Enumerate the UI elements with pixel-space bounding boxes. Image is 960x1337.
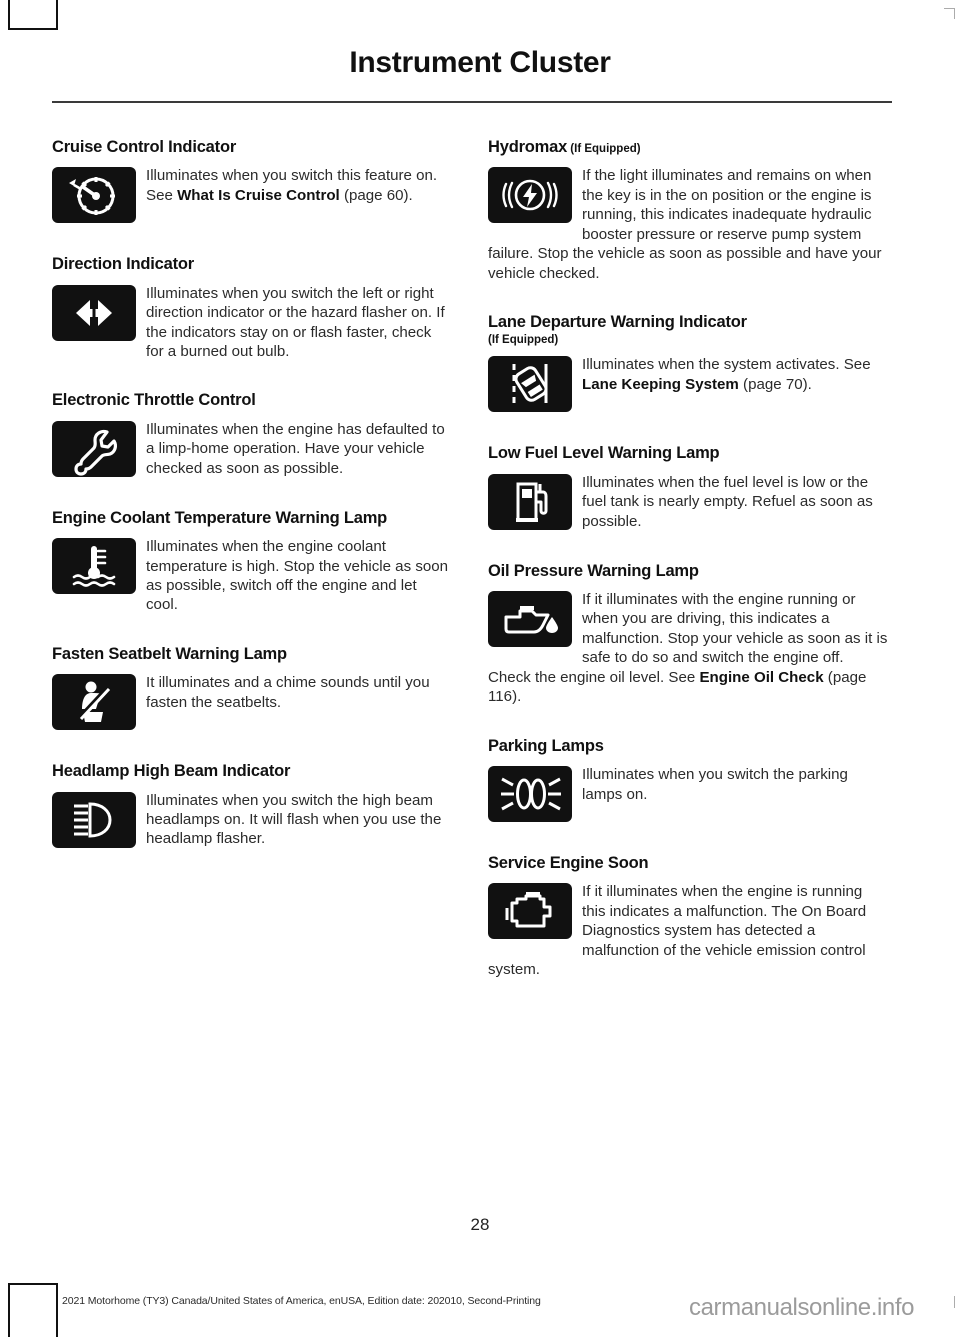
- heading-hydromax: Hydromax (If Equipped): [488, 138, 888, 157]
- footer-edition-note: 2021 Motorhome (TY3) Canada/United State…: [62, 1295, 541, 1307]
- heading-cruise-control-indicator: Cruise Control Indicator: [52, 138, 237, 156]
- section-lane-departure-warning-indicator: Lane Departure Warning Indicator (If Equ…: [488, 313, 888, 414]
- section-low-fuel-level-warning-lamp: Low Fuel Level Warning Lamp Illuminates …: [488, 444, 888, 531]
- heading-parking-lamps: Parking Lamps: [488, 736, 604, 755]
- section-direction-indicator: Direction Indicator Illuminates when you…: [52, 255, 452, 361]
- section-fasten-seatbelt-warning-lamp: Fasten Seatbelt Warning Lamp It illumina…: [52, 645, 452, 732]
- oil-can-icon: [488, 591, 572, 647]
- wrench-icon: [52, 420, 136, 477]
- coolant-thermometer-icon: [52, 538, 136, 595]
- crop-mark-bottom-left: [8, 1283, 58, 1337]
- site-watermark: carmanualsonline.info: [689, 1294, 915, 1321]
- heading-fasten-seatbelt-warning-lamp: Fasten Seatbelt Warning Lamp: [52, 644, 287, 663]
- page-header: Instrument Cluster: [52, 46, 908, 79]
- section-parking-lamps: Parking Lamps Illuminates when you switc…: [488, 737, 888, 824]
- entry-fasten-seatbelt-warning-lamp: It illuminates and a chime sounds until …: [52, 673, 452, 732]
- xref-lane-keeping-system: Lane Keeping System: [582, 375, 739, 393]
- heading-lane-departure-warning-indicator: Lane Departure Warning Indicator: [488, 313, 747, 332]
- left-column: Cruise Control Indicator Illuminates whe…: [52, 138, 452, 1002]
- section-engine-coolant-temperature-warning-lamp: Engine Coolant Temperature Warning Lamp: [52, 509, 452, 615]
- text-lead: Illuminates when the system activates. S…: [582, 356, 871, 374]
- right-column: Hydromax (If Equipped) If the light illu…: [488, 138, 888, 1002]
- entry-electronic-throttle-control: Illuminates when the engine has defaulte…: [52, 420, 452, 479]
- lane-departure-icon: [488, 356, 572, 413]
- heading-lane-departure-subline: (If Equipped): [488, 334, 559, 347]
- section-electronic-throttle-control: Electronic Throttle Control Illuminates …: [52, 391, 452, 478]
- entry-engine-coolant-temperature-warning-lamp: Illuminates when the engine coolant temp…: [52, 537, 452, 615]
- entry-direction-indicator: Illuminates when you switch the left or …: [52, 284, 452, 362]
- crop-mark-bottom-right: [944, 1296, 955, 1308]
- section-headlamp-high-beam-indicator: Headlamp High Beam Indicator Illuminates…: [52, 762, 452, 849]
- header-divider: [52, 101, 892, 103]
- entry-headlamp-high-beam-indicator: Illuminates when you switch the high bea…: [52, 791, 452, 850]
- check-engine-icon: [488, 883, 572, 940]
- xref-engine-oil-check: Engine Oil Check: [699, 668, 824, 686]
- entry-parking-lamps: Illuminates when you switch the parking …: [488, 765, 888, 824]
- parking-lamps-icon: [488, 766, 572, 823]
- page-number: 28: [470, 1215, 490, 1234]
- speedometer-icon: [52, 167, 136, 224]
- entry-cruise-control-indicator: Illuminates when you switch this feature…: [52, 166, 452, 225]
- entry-hydromax: If the light illuminates and remains on …: [488, 166, 888, 283]
- entry-low-fuel-level-warning-lamp: Illuminates when the fuel level is low o…: [488, 473, 888, 532]
- turn-signal-arrows-icon: [52, 284, 136, 341]
- two-column-body: Cruise Control Indicator Illuminates whe…: [0, 138, 960, 1002]
- entry-oil-pressure-warning-lamp: If it illuminates with the engine runnin…: [488, 590, 888, 707]
- heading-service-engine-soon: Service Engine Soon: [488, 854, 649, 873]
- seatbelt-icon: [52, 674, 136, 731]
- crop-mark-top-left: [8, 0, 58, 30]
- heading-hydromax-note: (If Equipped): [567, 143, 641, 155]
- heading-hydromax-text: Hydromax: [488, 138, 568, 156]
- fuel-pump-icon: [488, 473, 572, 530]
- section-oil-pressure-warning-lamp: Oil Pressure Warning Lamp If it illumina…: [488, 562, 888, 707]
- brake-warning-icon: [488, 167, 572, 224]
- heading-oil-pressure-warning-lamp: Oil Pressure Warning Lamp: [488, 561, 699, 580]
- section-hydromax: Hydromax (If Equipped) If the light illu…: [488, 138, 888, 283]
- heading-low-fuel-level-warning-lamp: Low Fuel Level Warning Lamp: [488, 444, 720, 463]
- crop-mark-top-right: [944, 8, 955, 19]
- high-beam-icon: [52, 791, 136, 848]
- section-cruise-control-indicator: Cruise Control Indicator Illuminates whe…: [52, 138, 452, 225]
- entry-lane-departure-warning-indicator: Illuminates when the system activates. S…: [488, 355, 888, 414]
- heading-headlamp-high-beam-indicator: Headlamp High Beam Indicator: [52, 762, 291, 781]
- xref-what-is-cruise-control: What Is Cruise Control: [177, 186, 340, 204]
- page-title: Instrument Cluster: [349, 46, 611, 79]
- entry-service-engine-soon: If it illuminates when the engine is run…: [488, 882, 888, 979]
- text-tail: (page 70).: [738, 375, 812, 393]
- heading-direction-indicator: Direction Indicator: [52, 255, 194, 274]
- heading-electronic-throttle-control: Electronic Throttle Control: [52, 391, 256, 410]
- section-service-engine-soon: Service Engine Soon If it illuminates wh…: [488, 854, 888, 980]
- text-tail: (page 60).: [339, 186, 413, 204]
- heading-engine-coolant-temperature-warning-lamp: Engine Coolant Temperature Warning Lamp: [52, 508, 388, 527]
